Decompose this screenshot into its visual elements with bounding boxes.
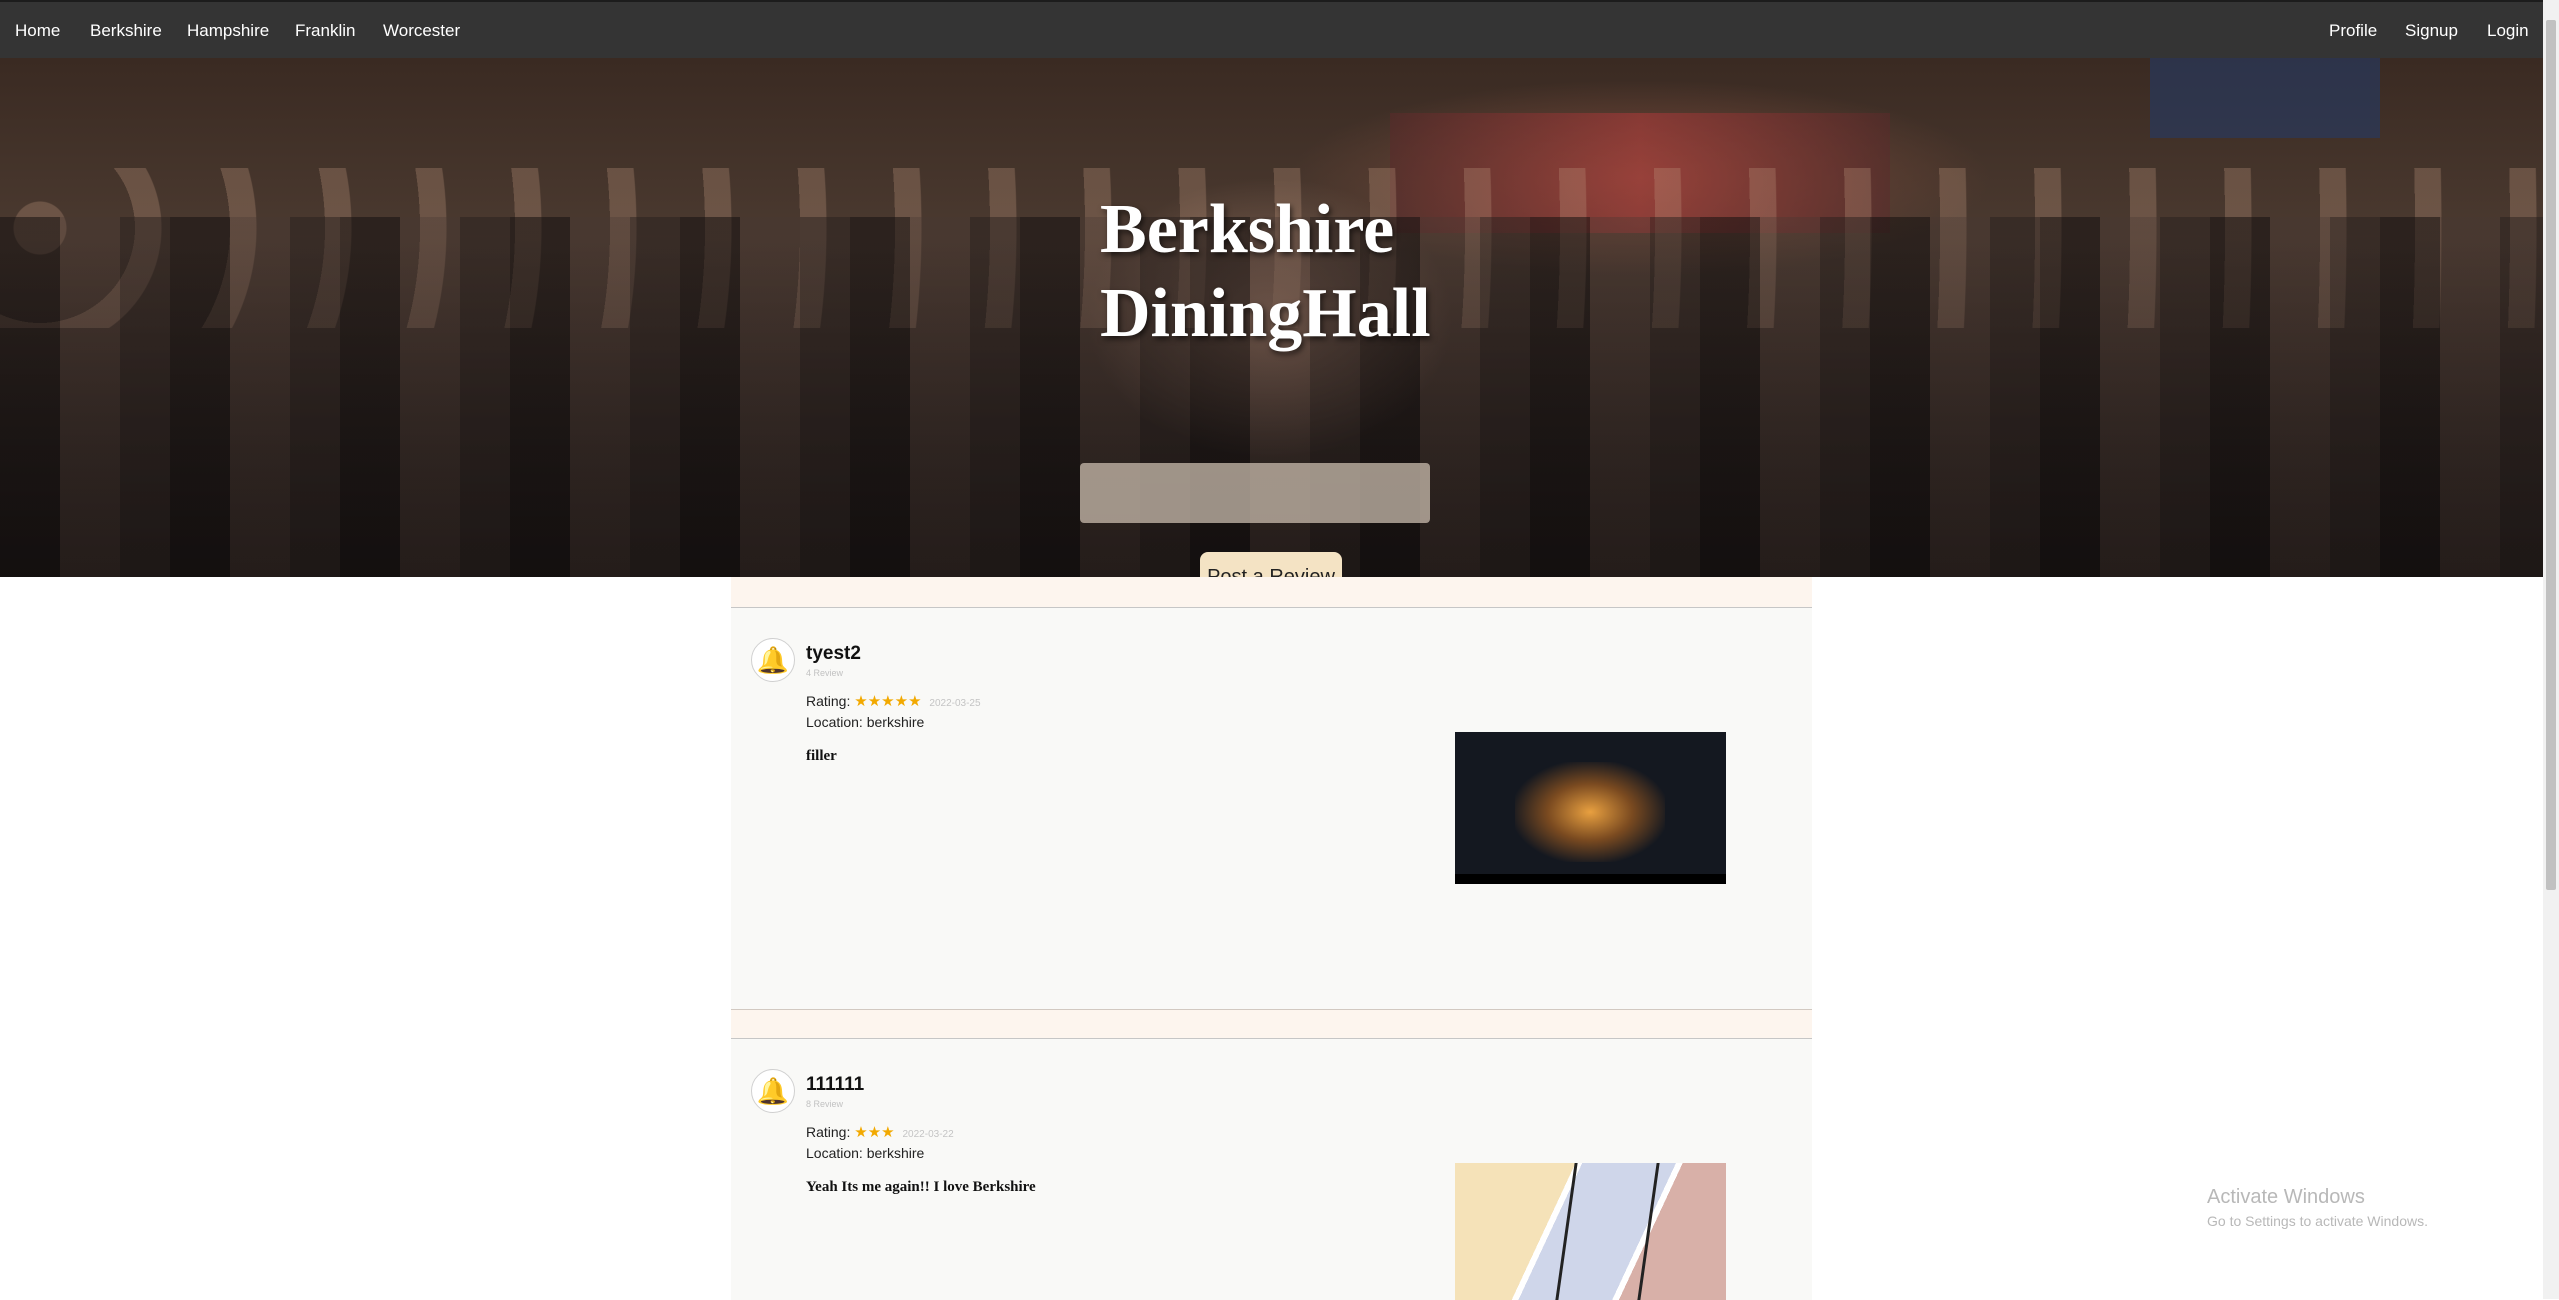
hero-banner: Berkshire DiningHall Post a Review: [0, 58, 2543, 577]
review-count: 8 Review: [806, 1099, 844, 1109]
review-text: Yeah Its me again!! I love Berkshire: [806, 1179, 1036, 1195]
nav-login[interactable]: Login: [2487, 21, 2529, 41]
nav-franklin[interactable]: Franklin: [295, 21, 355, 41]
review-username[interactable]: 111111: [806, 1074, 864, 1096]
scrollbar-thumb[interactable]: [2546, 20, 2556, 890]
review-date: 2022-03-22: [902, 1129, 954, 1140]
review-location: Location: berkshire: [806, 1145, 925, 1161]
top-navbar: Home Berkshire Hampshire Franklin Worces…: [0, 0, 2543, 60]
title-line-1: Berkshire: [1100, 191, 1395, 268]
star-icon: ★: [894, 693, 909, 710]
hero-photo-tv: [2150, 58, 2380, 138]
star-icon: ★: [867, 693, 882, 710]
hero-photo-cake: [1080, 463, 1430, 523]
nav-signup[interactable]: Signup: [2405, 21, 2458, 41]
review-count: 4 Review: [806, 668, 844, 678]
rating-label: Rating:: [806, 693, 851, 709]
review-rating: Rating: ★★★ 2022-03-22: [806, 1123, 954, 1141]
review-rating: Rating: ★★★★★ 2022-03-25: [806, 692, 981, 710]
review-date: 2022-03-25: [929, 698, 981, 709]
activate-windows-subtitle: Go to Settings to activate Windows.: [2207, 1213, 2428, 1229]
review-text: filler: [806, 748, 837, 764]
star-icon: ★: [881, 1124, 895, 1141]
image-subject: [1515, 762, 1665, 862]
star-icon: ★: [854, 1124, 868, 1141]
panel-divider: [1555, 1163, 1578, 1300]
review-card: 🔔 111111 8 Review Rating: ★★★ 2022-03-22…: [731, 1038, 1812, 1300]
post-review-button[interactable]: Post a Review: [1200, 552, 1342, 577]
star-icon: ★: [854, 693, 868, 710]
star-icon: ★: [881, 693, 895, 710]
avatar-bell-icon: 🔔: [751, 1069, 795, 1113]
review-card: 🔔 tyest2 4 Review Rating: ★★★★★ 2022-03-…: [731, 607, 1812, 1010]
review-image[interactable]: [1455, 732, 1726, 884]
star-icon: ★: [867, 1124, 882, 1141]
nav-profile[interactable]: Profile: [2329, 21, 2377, 41]
rating-label: Rating:: [806, 1124, 851, 1140]
nav-hampshire[interactable]: Hampshire: [187, 21, 269, 41]
page-title: Berkshire DiningHall: [1100, 188, 1440, 356]
nav-berkshire[interactable]: Berkshire: [90, 21, 162, 41]
activate-windows-title: Activate Windows: [2207, 1186, 2365, 1208]
avatar-bell-icon: 🔔: [751, 638, 795, 682]
review-location: Location: berkshire: [806, 714, 925, 730]
page-scrollbar[interactable]: [2543, 0, 2559, 1299]
video-controls: [1455, 874, 1726, 884]
panel-divider: [1637, 1163, 1660, 1300]
star-icon: ★: [908, 693, 922, 710]
title-line-2: DiningHall: [1100, 275, 1431, 352]
nav-home[interactable]: Home: [15, 21, 60, 41]
review-image[interactable]: [1455, 1163, 1726, 1300]
review-username[interactable]: tyest2: [806, 643, 861, 665]
nav-worcester[interactable]: Worcester: [383, 21, 460, 41]
